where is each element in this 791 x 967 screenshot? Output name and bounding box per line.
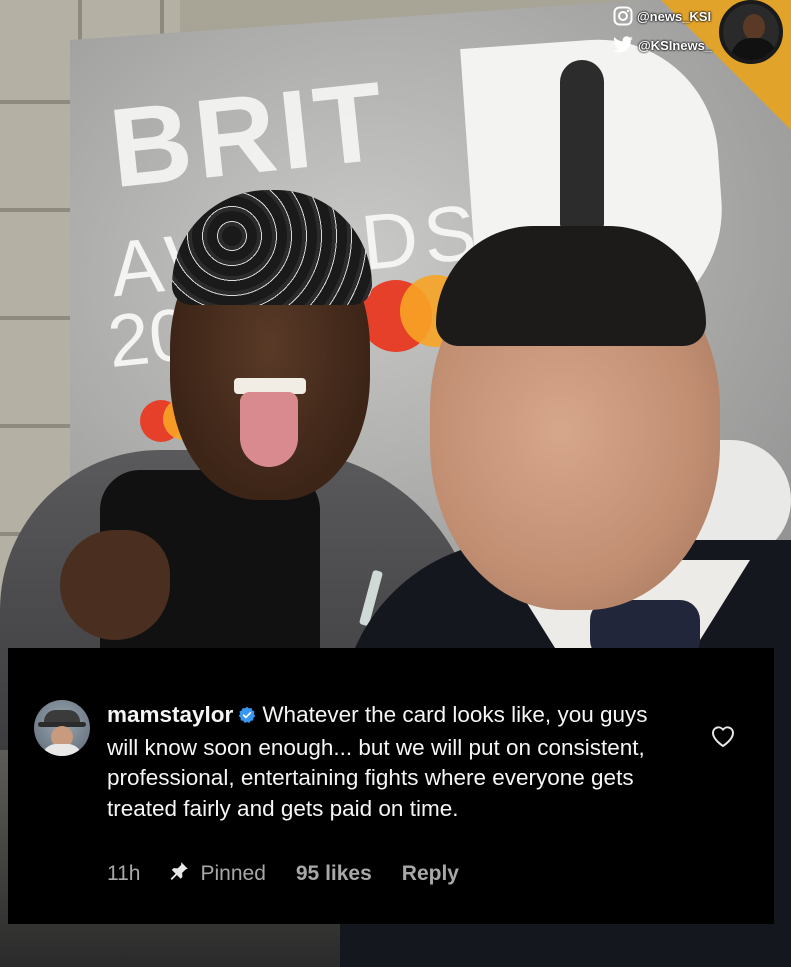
reply-button[interactable]: Reply xyxy=(402,862,459,886)
verified-badge-icon xyxy=(238,702,256,733)
comment-text-block: mamstaylor Whatever the card looks like, … xyxy=(107,700,662,824)
watermark-profile-picture xyxy=(719,0,783,64)
comment-meta-row: 11h Pinned 95 likes Reply xyxy=(107,860,459,888)
avatar-shirt xyxy=(42,744,82,756)
watermark-profile-face xyxy=(743,14,765,40)
watermark-twitter: @KSInews_ xyxy=(612,36,712,54)
person-left-thumb xyxy=(60,530,170,640)
heart-outline-icon xyxy=(710,726,736,752)
twitter-bird-icon xyxy=(612,36,634,54)
comment-panel: mamstaylor Whatever the card looks like, … xyxy=(8,648,774,924)
instagram-handle: @news_KSI xyxy=(637,8,712,24)
commenter-avatar[interactable] xyxy=(34,700,90,756)
pinned-indicator: Pinned xyxy=(168,860,266,888)
screenshot-canvas: BRIT AWARDS 20 @news_ xyxy=(0,0,791,967)
brit-statue-silhouette xyxy=(560,60,604,230)
comment-likes-count[interactable]: 95 likes xyxy=(296,862,372,886)
like-comment-button[interactable] xyxy=(710,724,738,748)
watermark-instagram: @news_KSI xyxy=(613,6,711,26)
comment-timestamp[interactable]: 11h xyxy=(107,862,140,886)
twitter-handle: @KSInews_ xyxy=(638,37,713,53)
pinned-label: Pinned xyxy=(200,862,266,885)
person-right-hair xyxy=(436,226,706,346)
commenter-username[interactable]: mamstaylor xyxy=(107,702,233,727)
instagram-icon xyxy=(613,6,633,26)
pin-icon xyxy=(168,860,190,888)
person-left-tongue xyxy=(240,392,298,467)
